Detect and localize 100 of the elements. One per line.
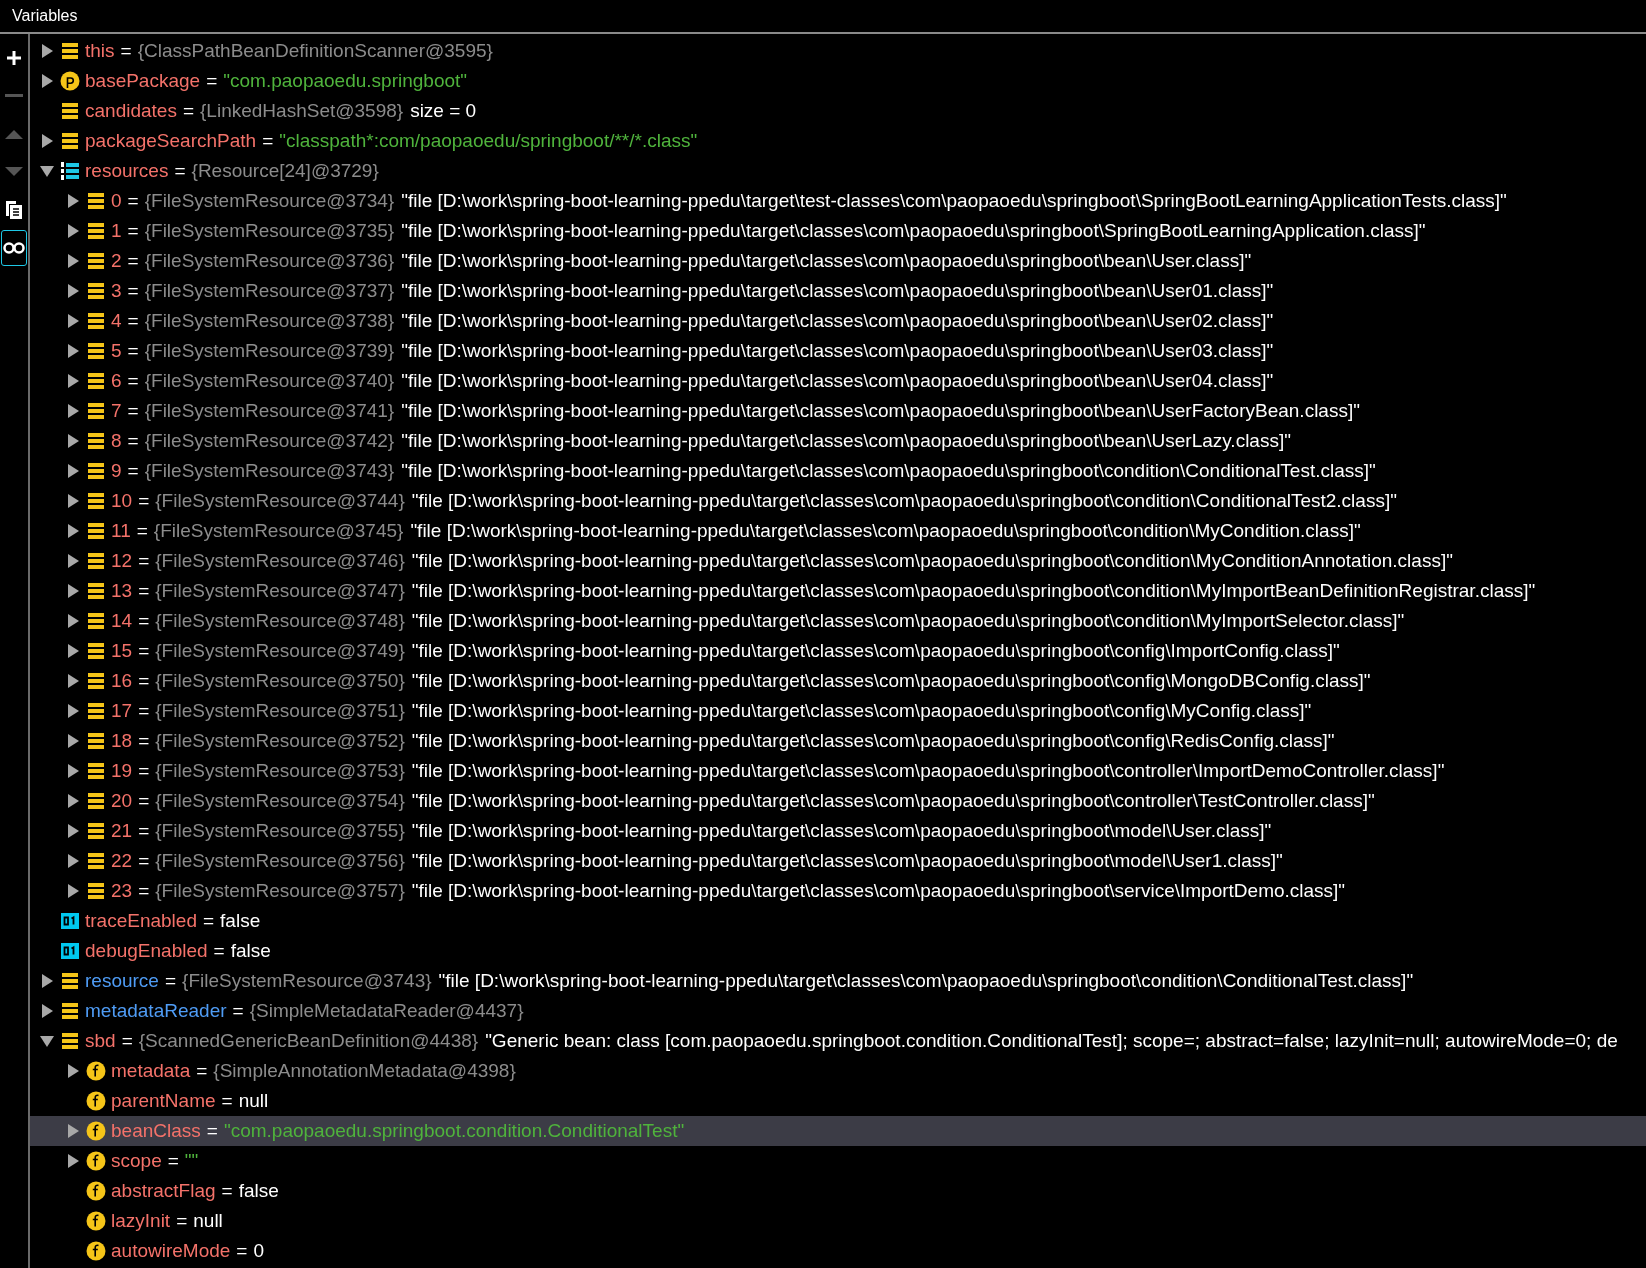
tree-row[interactable]: traceEnabled = false [30,906,1646,936]
expand-arrow-icon[interactable] [65,433,81,449]
equals-sign: = [127,460,139,482]
value-text: "file [D:\work\spring-boot-learning-ppedu\target\classes\com\paopaoedu\springboot\config\ImportConfig.class]" [411,640,1340,662]
tree-row[interactable]: 21 = {FileSystemResource@3755} "file [D:\work\spring-boot-learning-ppedu\target\classes\com\paopaoedu\springboot\model\User.class]" [30,816,1646,846]
expand-arrow-icon[interactable] [65,403,81,419]
tree-row[interactable]: 20 = {FileSystemResource@3754} "file [D:\work\spring-boot-learning-ppedu\target\classes\com\paopaoedu\springboot\controller\TestController.class]" [30,786,1646,816]
string-value: "com.paopaoedu.springboot" [223,70,468,92]
tree-row[interactable]: 22 = {FileSystemResource@3756} "file [D:\work\spring-boot-learning-ppedu\target\classes\com\paopaoedu\springboot\model\User1.class]" [30,846,1646,876]
tree-row[interactable]: sbd = {ScannedGenericBeanDefinition@4438} "Generic bean: class [com.paopaoedu.springboot.condition.ConditionalTest]; scope=; abstract=false; lazyInit=null; autowireMode=0; de [30,1026,1646,1056]
tree-row[interactable]: 2 = {FileSystemResource@3736} "file [D:\work\spring-boot-learning-ppedu\target\classes\com\paopaoedu\springboot\bean\User.class]" [30,246,1646,276]
expand-arrow-icon[interactable] [39,73,55,89]
tree-row[interactable]: autowireMode = 0 [30,1236,1646,1266]
variable-name: 20 [111,790,133,812]
expand-arrow-icon[interactable] [65,1063,81,1079]
tree-row[interactable]: 17 = {FileSystemResource@3751} "file [D:\work\spring-boot-learning-ppedu\target\classes\com\paopaoedu\springboot\config\MyConfig.class]" [30,696,1646,726]
tree-row[interactable]: 8 = {FileSystemResource@3742} "file [D:\work\spring-boot-learning-ppedu\target\classes\com\paopaoedu\springboot\bean\UserLazy.class]" [30,426,1646,456]
equals-sign: = [202,910,215,932]
expand-arrow-icon[interactable] [65,823,81,839]
tree-row[interactable]: 12 = {FileSystemResource@3746} "file [D:\work\spring-boot-learning-ppedu\target\classes\com\paopaoedu\springboot\condition\MyConditionAnnotation.class]" [30,546,1646,576]
tree-row[interactable]: 13 = {FileSystemResource@3747} "file [D:\work\spring-boot-learning-ppedu\target\classes\com\paopaoedu\springboot\condition\MyImportBeanDefinitionRegistrar.class]" [30,576,1646,606]
type-reference: {FileSystemResource@3741} [144,400,395,422]
expand-arrow-icon[interactable] [39,43,55,59]
equals-sign: = [127,280,139,302]
object-icon [60,1031,80,1051]
tree-row[interactable]: beanClass = "com.paopaoedu.springboot.condition.ConditionalTest" [30,1116,1646,1146]
expand-arrow-icon[interactable] [65,523,81,539]
tree-row[interactable]: lazyInit = null [30,1206,1646,1236]
tree-row[interactable]: resources = {Resource[24]@3729} [30,156,1646,186]
tree-row[interactable]: 10 = {FileSystemResource@3744} "file [D:\work\spring-boot-learning-ppedu\target\classes\com\paopaoedu\springboot\condition\ConditionalTest2.class]" [30,486,1646,516]
tree-row[interactable]: 11 = {FileSystemResource@3745} "file [D:\work\spring-boot-learning-ppedu\target\classes\com\paopaoedu\springboot\condition\MyCondition.class]" [30,516,1646,546]
tree-row[interactable]: 23 = {FileSystemResource@3757} "file [D:\work\spring-boot-learning-ppedu\target\classes\com\paopaoedu\springboot\service\ImportDemo.class]" [30,876,1646,906]
expand-arrow-icon[interactable] [65,193,81,209]
tree-row[interactable]: abstractFlag = false [30,1176,1646,1206]
tree-row[interactable]: basePackage = "com.paopaoedu.springboot" [30,66,1646,96]
expand-arrow-icon[interactable] [65,673,81,689]
tree-row[interactable]: parentName = null [30,1086,1646,1116]
tree-row[interactable]: 18 = {FileSystemResource@3752} "file [D:\work\spring-boot-learning-ppedu\target\classes\com\paopaoedu\springboot\config\RedisConfig.class]" [30,726,1646,756]
expand-arrow-icon[interactable] [65,613,81,629]
expand-arrow-icon[interactable] [65,463,81,479]
expand-arrow-icon[interactable] [65,583,81,599]
tree-row[interactable]: resource = {FileSystemResource@3743} "file [D:\work\spring-boot-learning-ppedu\target\classes\com\paopaoedu\springboot\condition\ConditionalTest.class]" [30,966,1646,996]
expand-arrow-icon[interactable] [39,973,55,989]
expand-arrow-icon[interactable] [65,283,81,299]
tree-row[interactable]: scope = "" [30,1146,1646,1176]
type-reference: {FileSystemResource@3740} [144,370,395,392]
tree-row[interactable]: 3 = {FileSystemResource@3737} "file [D:\work\spring-boot-learning-ppedu\target\classes\com\paopaoedu\springboot\bean\User01.class]" [30,276,1646,306]
variable-name: 21 [111,820,133,842]
expand-arrow-icon[interactable] [65,793,81,809]
expand-arrow-icon[interactable] [65,853,81,869]
variable-name: 2 [111,250,122,272]
expand-arrow-icon[interactable] [39,133,55,149]
tree-row[interactable]: 5 = {FileSystemResource@3739} "file [D:\work\spring-boot-learning-ppedu\target\classes\com\paopaoedu\springboot\bean\User03.class]" [30,336,1646,366]
expand-arrow-icon[interactable] [65,703,81,719]
expand-arrow-icon[interactable] [65,1123,81,1139]
tree-row[interactable]: 1 = {FileSystemResource@3735} "file [D:\work\spring-boot-learning-ppedu\target\classes\com\paopaoedu\springboot\SpringBootLearningApplication.class]" [30,216,1646,246]
variable-name: 0 [111,190,122,212]
equals-sign: = [127,310,139,332]
toolbar-button[interactable] [1,230,27,266]
expand-arrow-icon[interactable] [65,373,81,389]
variable-name: 19 [111,760,133,782]
expand-arrow-icon[interactable] [65,883,81,899]
tree-row[interactable]: metadataReader = {SimpleMetadataReader@4437} [30,996,1646,1026]
tree-row[interactable]: debugEnabled = false [30,936,1646,966]
object-icon [86,761,106,781]
add-icon [5,49,23,67]
tree-row[interactable]: candidates = {LinkedHashSet@3598} size = 0 [30,96,1646,126]
tree-row[interactable]: 7 = {FileSystemResource@3741} "file [D:\work\spring-boot-learning-ppedu\target\classes\com\paopaoedu\springboot\bean\UserFactoryBean.class]" [30,396,1646,426]
object-icon [86,401,106,421]
tree-row[interactable]: packageSearchPath = "classpath*:com/paopaoedu/springboot/**/*.class" [30,126,1646,156]
object-icon [86,821,106,841]
expand-arrow-icon[interactable] [65,763,81,779]
expand-arrow-icon[interactable] [65,493,81,509]
expand-arrow-icon[interactable] [39,1003,55,1019]
tree-row[interactable]: metadata = {SimpleAnnotationMetadata@4398} [30,1056,1646,1086]
tree-row[interactable]: 15 = {FileSystemResource@3749} "file [D:\work\spring-boot-learning-ppedu\target\classes\com\paopaoedu\springboot\config\ImportConfig.class]" [30,636,1646,666]
expand-arrow-icon[interactable] [65,343,81,359]
tree-row[interactable]: this = {ClassPathBeanDefinitionScanner@3595} [30,36,1646,66]
tree-row[interactable]: 9 = {FileSystemResource@3743} "file [D:\work\spring-boot-learning-ppedu\target\classes\com\paopaoedu\springboot\condition\ConditionalTest.class]" [30,456,1646,486]
variable-name: scope [111,1150,162,1172]
collapse-arrow-icon[interactable] [39,1033,55,1049]
tree-row[interactable]: 16 = {FileSystemResource@3750} "file [D:\work\spring-boot-learning-ppedu\target\classes\com\paopaoedu\springboot\config\MongoDBConfig.class]" [30,666,1646,696]
tree-row[interactable]: 0 = {FileSystemResource@3734} "file [D:\work\spring-boot-learning-ppedu\target\test-classes\com\paopaoedu\springboot\SpringBootLearningApplicationTests.class]" [30,186,1646,216]
expand-arrow-icon[interactable] [65,733,81,749]
expand-arrow-icon[interactable] [65,313,81,329]
expand-arrow-icon[interactable] [65,643,81,659]
field-icon [86,1241,106,1261]
variable-name: traceEnabled [85,910,197,932]
tree-row[interactable]: 14 = {FileSystemResource@3748} "file [D:\work\spring-boot-learning-ppedu\target\classes\com\paopaoedu\springboot\condition\MyImportSelector.class]" [30,606,1646,636]
expand-arrow-icon[interactable] [65,253,81,269]
expand-arrow-icon[interactable] [65,223,81,239]
equals-sign: = [138,490,150,512]
tree-row[interactable]: 19 = {FileSystemResource@3753} "file [D:\work\spring-boot-learning-ppedu\target\classes\com\paopaoedu\springboot\controller\ImportDemoController.class]" [30,756,1646,786]
equals-sign: = [262,130,274,152]
expand-arrow-icon[interactable] [65,1153,81,1169]
value-text: "file [D:\work\spring-boot-learning-ppedu\target\classes\com\paopaoedu\springboot\bean\UserFactoryBean.class]" [401,400,1360,422]
expand-arrow-icon[interactable] [65,553,81,569]
collapse-arrow-icon[interactable] [39,163,55,179]
tree-row[interactable]: 4 = {FileSystemResource@3738} "file [D:\work\spring-boot-learning-ppedu\target\classes\com\paopaoedu\springboot\bean\User02.class]" [30,306,1646,336]
tree-row[interactable]: 6 = {FileSystemResource@3740} "file [D:\work\spring-boot-learning-ppedu\target\classes\com\paopaoedu\springboot\bean\User04.class]" [30,366,1646,396]
